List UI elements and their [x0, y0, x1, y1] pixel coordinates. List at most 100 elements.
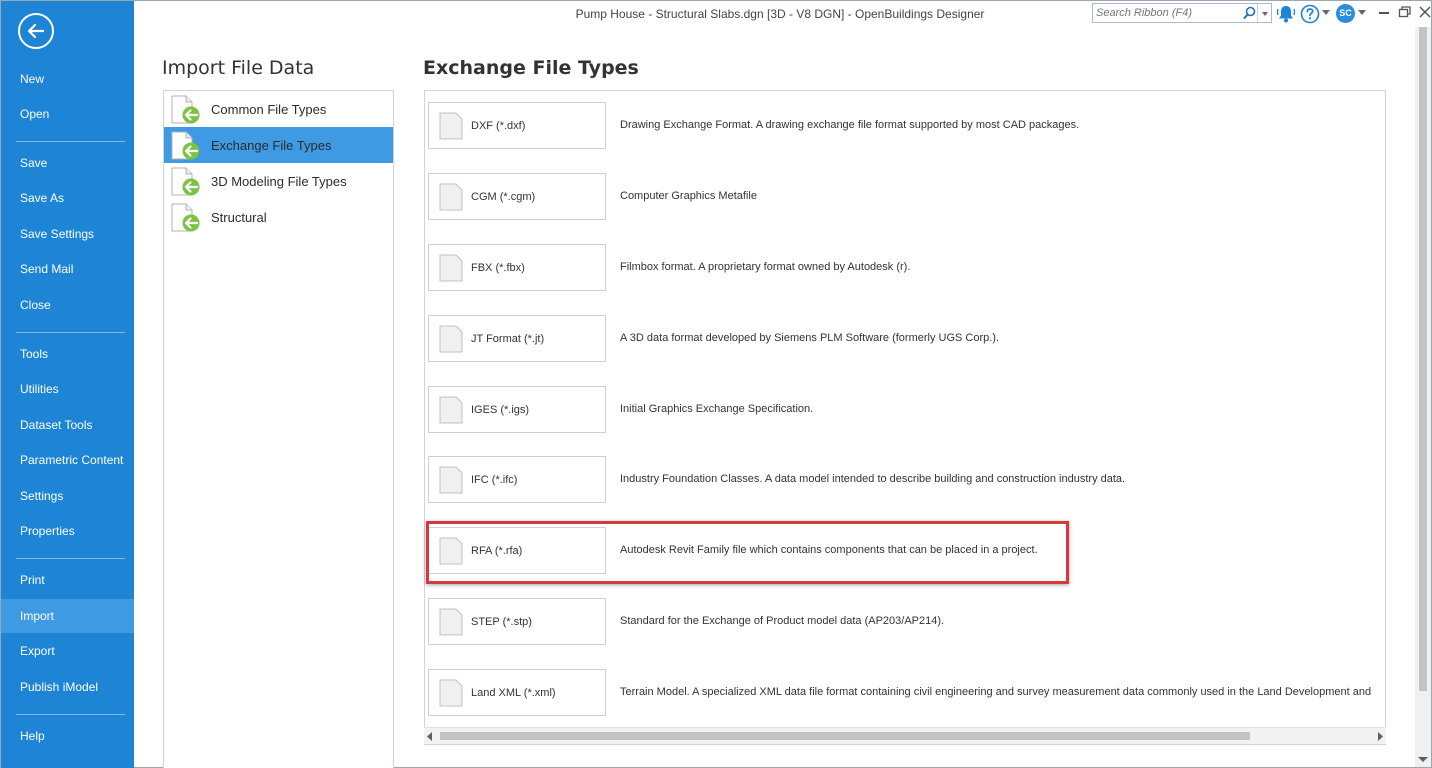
file-type-button-ifc[interactable]: IFC (*.ifc)	[428, 456, 606, 503]
file-type-name: DXF (*.dxf)	[471, 120, 526, 132]
file-type-description: A 3D data format developed by Siemens PL…	[620, 332, 1000, 344]
category-label: Common File Types	[211, 102, 327, 117]
chevron-down-icon[interactable]	[1358, 10, 1366, 16]
file-type-list: DXF (*.dxf) Drawing Exchange Format. A d…	[424, 90, 1386, 745]
file-type-name: JT Format (*.jt)	[471, 333, 545, 345]
file-type-button-fbx[interactable]: FBX (*.fbx)	[428, 244, 606, 291]
nav-item-save-settings[interactable]: Save Settings	[1, 217, 134, 251]
category-label: 3D Modeling File Types	[211, 174, 347, 189]
file-type-row-step: STEP (*.stp) Standard for the Exchange o…	[428, 598, 1383, 645]
category-3d-modeling-file-types[interactable]: 3D Modeling File Types	[164, 163, 393, 199]
chevron-down-icon[interactable]	[1322, 10, 1330, 16]
file-type-description: Filmbox format. A proprietary format own…	[620, 261, 911, 273]
nav-item-utilities[interactable]: Utilities	[1, 372, 134, 406]
file-type-row-ifc: IFC (*.ifc) Industry Foundation Classes.…	[428, 456, 1383, 503]
nav-item-parametric-content[interactable]: Parametric Content	[1, 443, 134, 477]
file-type-description: Computer Graphics Metafile	[620, 190, 757, 202]
nav-item-publish-imodel[interactable]: Publish iModel	[1, 670, 134, 704]
search-input[interactable]	[1096, 5, 1236, 21]
category-exchange-file-types[interactable]: Exchange File Types	[164, 127, 393, 163]
nav-item-print[interactable]: Print	[1, 563, 134, 597]
file-type-description: Terrain Model. A specialized XML data fi…	[620, 686, 1372, 698]
file-type-description: Industry Foundation Classes. A data mode…	[620, 473, 1126, 485]
avatar[interactable]: SC	[1336, 4, 1355, 23]
ribbon-search-box[interactable]	[1092, 3, 1272, 23]
category-label: Exchange File Types	[211, 138, 332, 153]
search-options-dropdown[interactable]	[1257, 4, 1271, 22]
backstage-sidebar: New Open Save Save As Save Settings Send…	[1, 1, 134, 768]
scroll-left-arrow-icon[interactable]	[426, 732, 434, 741]
nav-item-send-mail[interactable]: Send Mail	[1, 252, 134, 286]
nav-item-tools[interactable]: Tools	[1, 337, 134, 371]
nav-item-save[interactable]: Save	[1, 146, 134, 180]
scrollbar-thumb[interactable]	[1419, 27, 1427, 691]
arrow-left-icon	[27, 23, 45, 39]
nav-separator	[16, 332, 125, 333]
file-type-name: IGES (*.igs)	[471, 404, 530, 416]
horizontal-scrollbar[interactable]	[424, 727, 1386, 744]
help-icon[interactable]	[1300, 4, 1320, 24]
section-title: Exchange File Types	[423, 57, 639, 79]
file-type-row-fbx: FBX (*.fbx) Filmbox format. A proprietar…	[428, 244, 1383, 291]
file-type-button-cgm[interactable]: CGM (*.cgm)	[428, 173, 606, 220]
title-bar: Pump House - Structural Slabs.dgn [3D - …	[134, 1, 1431, 27]
file-type-name: FBX (*.fbx)	[471, 262, 525, 274]
file-type-button-dxf[interactable]: DXF (*.dxf)	[428, 102, 606, 149]
scroll-down-arrow-icon[interactable]	[1418, 756, 1428, 763]
document-icon	[439, 325, 463, 353]
document-icon	[439, 112, 463, 140]
file-type-name: CGM (*.cgm)	[471, 191, 536, 203]
category-structural[interactable]: Structural	[164, 199, 393, 235]
nav-item-import[interactable]: Import	[1, 599, 134, 633]
nav-item-new[interactable]: New	[1, 62, 134, 96]
minimize-icon[interactable]	[1375, 4, 1393, 20]
nav-item-close[interactable]: Close	[1, 288, 134, 322]
file-type-description: Drawing Exchange Format. A drawing excha…	[620, 119, 1080, 131]
category-common-file-types[interactable]: Common File Types	[164, 91, 393, 127]
file-type-row-cgm: CGM (*.cgm) Computer Graphics Metafile	[428, 173, 1383, 220]
import-category-list: Common File Types Exchange File Types 3D…	[163, 90, 394, 768]
file-type-row-dxf: DXF (*.dxf) Drawing Exchange Format. A d…	[428, 102, 1383, 149]
document-icon	[439, 254, 463, 282]
file-type-name: IFC (*.ifc)	[471, 474, 518, 486]
file-type-button-land-xml[interactable]: Land XML (*.xml)	[428, 669, 606, 716]
nav-separator	[16, 558, 125, 559]
back-button[interactable]	[18, 13, 54, 49]
nav-item-help[interactable]: Help	[1, 719, 134, 753]
nav-item-dataset-tools[interactable]: Dataset Tools	[1, 408, 134, 442]
import-file-icon	[171, 95, 200, 124]
file-type-row-iges: IGES (*.igs) Initial Graphics Exchange S…	[428, 386, 1383, 433]
document-icon	[439, 608, 463, 636]
document-icon	[439, 396, 463, 424]
nav-separator	[16, 141, 125, 142]
highlight-box	[426, 521, 1069, 584]
file-type-description: Initial Graphics Exchange Specification.	[620, 403, 814, 415]
document-icon	[439, 183, 463, 211]
file-type-description: Standard for the Exchange of Product mod…	[620, 615, 945, 627]
nav-item-properties[interactable]: Properties	[1, 514, 134, 548]
close-icon[interactable]	[1416, 4, 1432, 20]
nav-separator	[16, 714, 125, 715]
category-label: Structural	[211, 210, 267, 225]
notification-bell-icon[interactable]	[1276, 4, 1296, 24]
search-icon[interactable]	[1243, 6, 1256, 20]
import-file-icon	[171, 167, 200, 196]
import-file-icon	[171, 203, 200, 232]
nav-item-open[interactable]: Open	[1, 97, 134, 131]
nav-item-settings[interactable]: Settings	[1, 479, 134, 513]
file-type-name: STEP (*.stp)	[471, 616, 532, 628]
file-type-button-iges[interactable]: IGES (*.igs)	[428, 386, 606, 433]
scroll-right-arrow-icon[interactable]	[1376, 732, 1384, 741]
document-icon	[439, 679, 463, 707]
scrollbar-thumb[interactable]	[440, 732, 1250, 740]
restore-icon[interactable]	[1396, 4, 1414, 20]
nav-item-save-as[interactable]: Save As	[1, 181, 134, 215]
file-type-button-step[interactable]: STEP (*.stp)	[428, 598, 606, 645]
application-window: New Open Save Save As Save Settings Send…	[0, 0, 1432, 768]
file-type-name: Land XML (*.xml)	[471, 687, 556, 699]
document-icon	[439, 466, 463, 494]
file-type-button-jt[interactable]: JT Format (*.jt)	[428, 315, 606, 362]
import-file-icon	[171, 131, 200, 160]
nav-item-export[interactable]: Export	[1, 634, 134, 668]
vertical-scrollbar[interactable]	[1415, 27, 1431, 767]
